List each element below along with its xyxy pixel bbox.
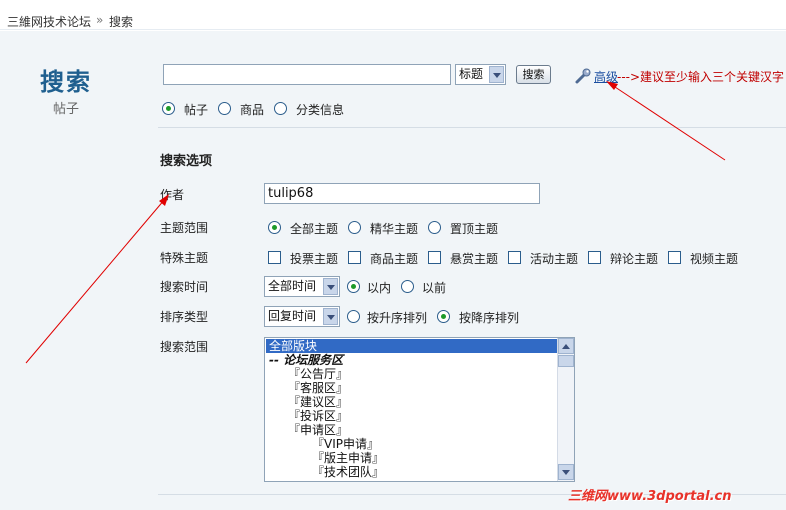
topic-label-all: 全部主题 (290, 222, 339, 236)
topic-radio-all[interactable] (268, 221, 281, 234)
page-title: 搜索 (40, 68, 92, 96)
special-checkbox-video[interactable] (668, 251, 681, 264)
special-checkbox-goods[interactable] (348, 251, 361, 264)
forum-option[interactable]: 『版主申请』 (266, 451, 558, 465)
search-time-value: 全部时间 (268, 279, 317, 293)
sort-radio-asc[interactable] (347, 310, 360, 323)
chevron-down-icon (323, 308, 338, 325)
wrench-icon (575, 68, 591, 84)
forum-option[interactable]: 全部版块 (266, 339, 558, 353)
special-label-activity: 活动主题 (530, 252, 579, 266)
forum-option[interactable]: 『投诉区』 (266, 409, 558, 423)
sort-type-select[interactable]: 回复时间 (264, 306, 340, 327)
topic-range-label: 主题范围 (160, 221, 209, 235)
scroll-down-icon[interactable] (558, 464, 574, 480)
special-topic-label: 特殊主题 (160, 251, 209, 265)
special-label-debate: 辩论主题 (610, 252, 659, 266)
time-label-within: 以内 (367, 281, 392, 295)
special-checkbox-poll[interactable] (268, 251, 281, 264)
search-button[interactable]: 搜索 (516, 65, 551, 84)
page-subtitle: 帖子 (52, 102, 79, 117)
search-time-select[interactable]: 全部时间 (264, 276, 340, 297)
category-label-goods: 商品 (240, 103, 265, 117)
category-radio-goods[interactable] (218, 102, 231, 115)
options-title: 搜索选项 (160, 154, 213, 169)
breadcrumb-home-link[interactable]: 三維网技术论坛 (7, 13, 91, 30)
sort-radio-desc[interactable] (437, 310, 450, 323)
search-time-label: 搜索时间 (160, 280, 209, 294)
search-type-select[interactable]: 标题 (455, 64, 506, 85)
category-label-posts: 帖子 (184, 103, 209, 117)
divider (158, 127, 786, 128)
topic-radio-digest[interactable] (348, 221, 361, 234)
time-radio-within[interactable] (347, 280, 360, 293)
watermark: 三维网www.3dportal.cn (568, 489, 732, 504)
sort-label-desc: 按降序排列 (459, 311, 520, 325)
forum-range-label: 搜索范围 (160, 340, 209, 354)
special-checkbox-debate[interactable] (588, 251, 601, 264)
sort-type-label: 排序类型 (160, 310, 209, 324)
breadcrumb-current: 搜索 (109, 15, 134, 29)
forum-option[interactable]: 『客服区』 (266, 381, 558, 395)
topic-label-digest: 精华主题 (370, 222, 419, 236)
author-input[interactable] (264, 183, 540, 204)
forum-option[interactable]: 『VIP申请』 (266, 437, 558, 451)
forum-option[interactable]: -- 论坛服务区 (266, 353, 558, 367)
breadcrumb: 三維网技术论坛 » 搜索 (0, 0, 786, 30)
time-label-before: 以前 (422, 281, 447, 295)
forum-option[interactable]: 『技术团队』 (266, 465, 558, 479)
category-radio-posts[interactable] (162, 102, 175, 115)
author-label: 作者 (160, 188, 185, 202)
breadcrumb-separator: » (96, 13, 104, 27)
forum-listbox[interactable]: 全部版块 -- 论坛服务区 『公告厅』 『客服区』 『建议区』 『投诉区』 『申… (264, 337, 575, 482)
annotation-text: --->建议至少输入三个关键汉字 (617, 70, 785, 84)
special-label-goods: 商品主题 (370, 252, 419, 266)
chevron-down-icon (489, 66, 504, 83)
forum-option[interactable]: 『公告厅』 (266, 367, 558, 381)
topic-radio-sticky[interactable] (428, 221, 441, 234)
scroll-thumb[interactable] (558, 355, 574, 367)
scroll-up-icon[interactable] (558, 338, 574, 354)
category-radio-classified[interactable] (274, 102, 287, 115)
special-label-reward: 悬赏主题 (450, 252, 499, 266)
forum-scrollbar[interactable] (557, 338, 574, 481)
category-label-classified: 分类信息 (296, 103, 345, 117)
special-label-video: 视频主题 (690, 252, 739, 266)
advanced-search-link[interactable]: 高级 (594, 68, 618, 85)
forum-option[interactable]: 『建议区』 (266, 395, 558, 409)
time-radio-before[interactable] (401, 280, 414, 293)
keyword-input[interactable] (163, 64, 451, 85)
special-checkbox-reward[interactable] (428, 251, 441, 264)
sort-label-asc: 按升序排列 (367, 311, 428, 325)
forum-option[interactable]: 『申请区』 (266, 423, 558, 437)
sort-type-value: 回复时间 (268, 309, 317, 323)
topic-label-sticky: 置顶主题 (450, 222, 499, 236)
search-type-value: 标题 (459, 67, 484, 81)
chevron-down-icon (323, 278, 338, 295)
special-checkbox-activity[interactable] (508, 251, 521, 264)
special-label-poll: 投票主题 (290, 252, 339, 266)
